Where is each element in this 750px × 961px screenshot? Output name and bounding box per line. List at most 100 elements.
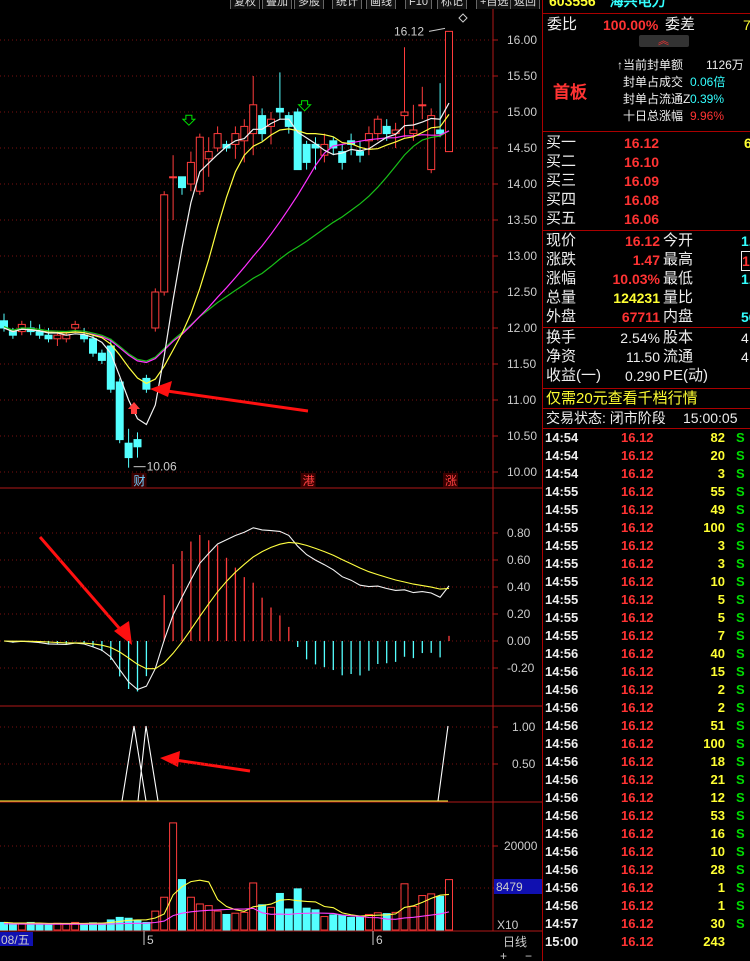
volume-bar xyxy=(329,914,338,931)
kline-chart-area[interactable]: 16.00 15.50 15.00 14.50 14.00 13.50 13.00 12.50… xyxy=(0,0,542,961)
tick-row: 14:56 16.12 10 S xyxy=(543,843,750,861)
tick-volume: 55 xyxy=(710,484,725,499)
seal-row-value: 0.39% xyxy=(690,92,725,106)
tick-side: S xyxy=(736,466,745,481)
quote-label: 总量 xyxy=(546,289,577,306)
toolbar-button-1[interactable]: 叠加 xyxy=(262,0,292,9)
annotation-arrow-line xyxy=(159,388,309,413)
tick-volume: 100 xyxy=(703,520,725,535)
candle-body xyxy=(258,115,267,135)
tick-side: S xyxy=(736,844,745,859)
volume-bar xyxy=(240,911,249,931)
tick-time: 14:56 xyxy=(545,736,579,751)
quote-panel: 603556 海兴电力 委比 100.00% 委差 7 ︽ 首板 ↑当前封单额 1… xyxy=(542,0,750,961)
tick-price: 16.12 xyxy=(621,502,654,517)
tick-side: S xyxy=(736,808,745,823)
price-tick-label: 14.50 xyxy=(507,141,537,155)
tick-row: 14:55 16.12 5 S xyxy=(543,591,750,609)
price-tick-label: 12.50 xyxy=(507,285,537,299)
x-label: 08/五 xyxy=(1,933,30,947)
collapse-button[interactable]: ︽ xyxy=(639,35,689,47)
bid-price: 16.10 xyxy=(624,154,660,170)
quote-label: 外盘 xyxy=(546,308,577,325)
quote-row: 总量 124231 量比 xyxy=(543,289,750,307)
candle-body xyxy=(151,291,160,329)
tick-side: S xyxy=(736,628,745,643)
toolbar-button-7[interactable]: +自选 xyxy=(476,0,513,9)
bid-row: 买四 16.08 xyxy=(543,191,750,209)
tick-volume: 82 xyxy=(710,430,725,445)
toolbar-button-0[interactable]: 复权 xyxy=(230,0,260,9)
seal-row: 封单占成交 0.06倍 xyxy=(623,74,750,91)
zoom-out-icon: − xyxy=(525,949,532,961)
tick-side: S xyxy=(736,880,745,895)
seal-row-value: 9.96% xyxy=(690,109,725,123)
bid-label: 买四 xyxy=(546,191,577,208)
tick-time: 14:56 xyxy=(545,682,579,697)
tick-price: 16.12 xyxy=(621,700,654,715)
weidiff-value: 7 xyxy=(743,17,750,33)
tick-price: 16.12 xyxy=(621,718,654,733)
tick-side: S xyxy=(736,826,745,841)
toolbar-button-4[interactable]: 画线 xyxy=(366,0,396,9)
volume-bar xyxy=(267,906,275,931)
ma10-line xyxy=(3,114,450,385)
volume-tick-label: 20000 xyxy=(504,839,538,853)
chart-canvas[interactable]: 16.00 15.50 15.00 14.50 14.00 13.50 13.00 12.50… xyxy=(0,0,542,961)
tick-side: S xyxy=(736,916,745,931)
fin-label-2: PE(动) xyxy=(663,367,709,384)
volume-bar xyxy=(284,908,293,931)
candle-body xyxy=(302,143,311,163)
candle-body xyxy=(293,111,302,171)
tick-time: 14:56 xyxy=(545,700,579,715)
quote-value-2: 1. xyxy=(741,271,750,287)
fin-row: 收益(一) 0.290 PE(动) xyxy=(543,367,750,385)
fin-label-2: 股本 xyxy=(663,329,694,346)
toolbar-button-2[interactable]: 多股 xyxy=(294,0,324,9)
tick-side: S xyxy=(736,682,745,697)
chevron-up-icon: ︽ xyxy=(658,35,669,47)
tick-volume: 28 xyxy=(710,862,725,877)
seal-row-label: 封单占流通Z xyxy=(623,92,691,106)
fin-label: 换手 xyxy=(546,329,577,346)
tick-price: 16.12 xyxy=(621,664,654,679)
tick-price: 16.12 xyxy=(621,592,654,607)
tick-row: 14:54 16.12 82 S xyxy=(543,429,750,447)
quote-row: 外盘 67711内盘 56 xyxy=(543,308,750,326)
toolbar-button-8[interactable]: 返回 xyxy=(510,0,540,9)
fin-value: 0.290 xyxy=(624,368,660,384)
fin-label-2: 流通 xyxy=(663,348,694,365)
quote-label-2: 今开 xyxy=(663,232,694,249)
fin-row: 换手 2.54%股本 4.8 xyxy=(543,329,750,347)
tick-side: S xyxy=(736,736,745,751)
high-pointer xyxy=(428,27,446,32)
candle-body xyxy=(213,133,222,149)
promo-link[interactable]: 仅需20元查看千档行情 xyxy=(543,390,750,408)
tick-price: 16.12 xyxy=(621,916,654,931)
tick-time: 14:56 xyxy=(545,664,579,679)
volume-bar xyxy=(382,913,391,931)
tick-price: 16.12 xyxy=(621,790,654,805)
tick-row: 14:56 16.12 1 S xyxy=(543,897,750,915)
candle-body xyxy=(373,118,382,135)
candle-body xyxy=(275,107,284,113)
candle-body xyxy=(160,194,169,293)
tick-side: S xyxy=(736,574,745,589)
toolbar-button-3[interactable]: 统计 xyxy=(332,0,362,9)
tick-time: 14:55 xyxy=(545,538,579,553)
toolbar-button-5[interactable]: F10 xyxy=(405,0,432,9)
tick-row: 14:55 16.12 5 S xyxy=(543,609,750,627)
stock-name: 海兴电力 xyxy=(609,0,666,9)
volume-bar xyxy=(293,888,302,931)
tick-row: 14:56 16.12 100 S xyxy=(543,735,750,753)
volume-bar xyxy=(213,910,222,931)
tick-price: 16.12 xyxy=(621,844,654,859)
zoom-in-icon: + xyxy=(500,949,507,961)
toolbar-button-6[interactable]: 标记 xyxy=(437,0,467,9)
tick-row: 14:55 16.12 3 S xyxy=(543,537,750,555)
candle-body xyxy=(133,439,142,448)
volume-bar xyxy=(133,920,142,931)
quote-value: 67711 xyxy=(621,309,660,325)
macd-tick-label: 0.80 xyxy=(507,526,531,540)
annotation-arrow-line xyxy=(174,758,251,773)
